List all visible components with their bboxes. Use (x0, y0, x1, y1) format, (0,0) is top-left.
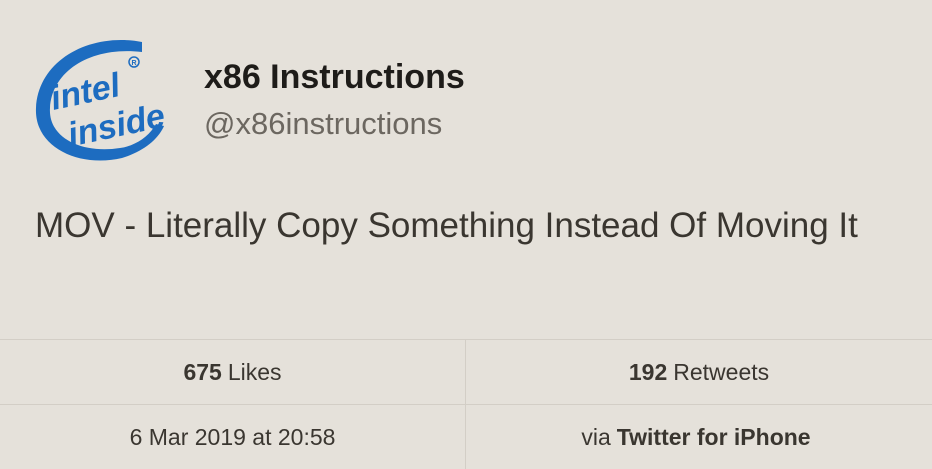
likes-label: Likes (227, 358, 282, 385)
intel-inside-logo-icon: R intel inside (35, 39, 168, 161)
retweets-cell[interactable]: 192 Retweets (466, 340, 932, 404)
likes-count: 675 (183, 358, 222, 385)
via-label: via (581, 423, 611, 450)
tweet-timestamp: 6 Mar 2019 at 20:58 (129, 423, 336, 450)
retweets-count: 192 (628, 358, 668, 385)
source-cell[interactable]: via Twitter for iPhone (466, 405, 932, 469)
svg-text:R: R (132, 60, 137, 67)
account-name[interactable]: x86 Instructions (204, 58, 465, 97)
avatar[interactable]: R intel inside (30, 30, 170, 170)
likes-cell[interactable]: 675 Likes (0, 340, 466, 404)
account-handle[interactable]: @x86instructions (204, 106, 442, 142)
timestamp-cell: 6 Mar 2019 at 20:58 (0, 405, 466, 469)
stats-row-meta: 6 Mar 2019 at 20:58 via Twitter for iPho… (0, 405, 932, 469)
tweet-text: MOV - Literally Copy Something Instead O… (35, 206, 858, 245)
retweets-label: Retweets (673, 358, 770, 385)
stats-row-counts: 675 Likes 192 Retweets (0, 340, 932, 405)
tweet-header: R intel inside x86 Instructions @x86inst… (0, 0, 932, 180)
tweet-source[interactable]: Twitter for iPhone (617, 424, 811, 451)
tweet-stats: 675 Likes 192 Retweets 6 Mar 2019 at 20:… (0, 339, 932, 469)
